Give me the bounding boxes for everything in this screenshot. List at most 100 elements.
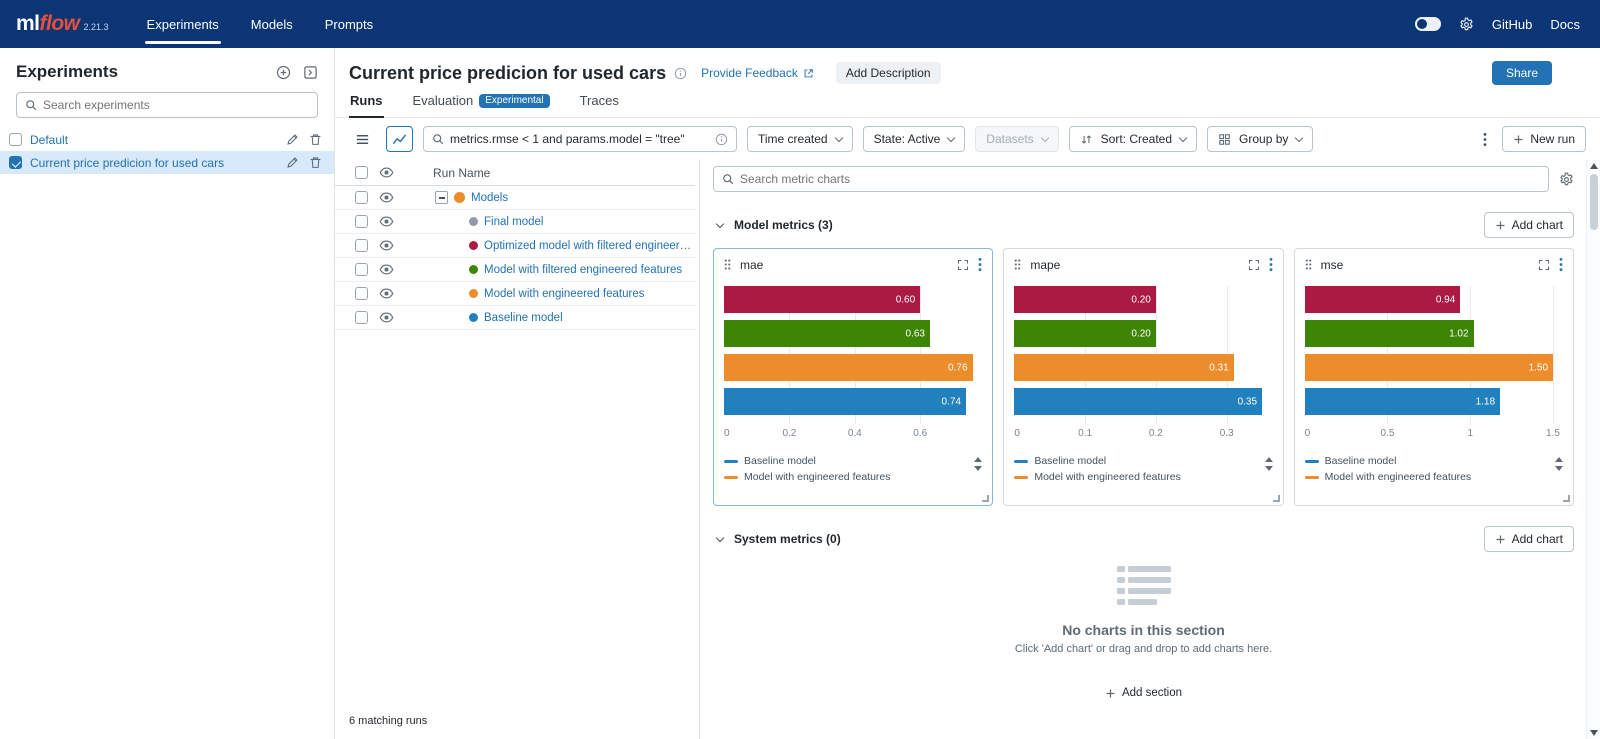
- legend-item[interactable]: Model with engineered features: [724, 471, 966, 483]
- pane-resize-divider[interactable]: [695, 160, 705, 739]
- experiment-name-link[interactable]: Default: [30, 133, 278, 147]
- drag-handle-icon[interactable]: [724, 259, 731, 270]
- tab-runs[interactable]: Runs: [349, 93, 384, 117]
- pencil-icon[interactable]: [286, 133, 299, 146]
- chevron-down-icon[interactable]: [716, 533, 724, 541]
- legend-item[interactable]: Model with engineered features: [1305, 471, 1547, 483]
- run-checkbox[interactable]: [355, 191, 368, 204]
- chart-view-icon[interactable]: [386, 126, 413, 152]
- experiment-checkbox[interactable]: [9, 133, 22, 146]
- add-chart-button[interactable]: Add chart: [1484, 212, 1574, 238]
- chevron-down-icon[interactable]: [716, 219, 724, 227]
- metric-bar[interactable]: 0.20: [1014, 320, 1156, 347]
- drag-handle-icon[interactable]: [1305, 259, 1312, 270]
- run-checkbox[interactable]: [355, 215, 368, 228]
- legend-scroll-down-icon[interactable]: [974, 466, 982, 471]
- trash-icon[interactable]: [309, 156, 322, 169]
- metric-bar[interactable]: 1.50: [1305, 354, 1553, 381]
- legend-scroll-down-icon[interactable]: [1265, 466, 1273, 471]
- experiment-list-item[interactable]: Current price predicion for used cars: [0, 151, 334, 174]
- resize-handle-icon[interactable]: [1563, 495, 1570, 502]
- add-chart-button[interactable]: Add chart: [1484, 526, 1574, 552]
- list-view-icon[interactable]: [349, 126, 376, 152]
- legend-item[interactable]: Model with engineered features: [1014, 471, 1256, 483]
- pencil-icon[interactable]: [286, 156, 299, 169]
- legend-item[interactable]: Baseline model: [1305, 455, 1547, 467]
- legend-scroll-down-icon[interactable]: [1555, 466, 1563, 471]
- run-checkbox[interactable]: [355, 239, 368, 252]
- legend-item[interactable]: Baseline model: [1014, 455, 1256, 467]
- mlflow-logo[interactable]: mlflow 2.21.3: [16, 12, 109, 36]
- run-checkbox[interactable]: [355, 287, 368, 300]
- visibility-eye-icon[interactable]: [379, 286, 394, 301]
- experiment-list-item[interactable]: Default: [0, 128, 334, 151]
- theme-toggle[interactable]: [1415, 17, 1441, 31]
- expand-chart-icon[interactable]: [957, 259, 969, 271]
- run-group-link[interactable]: Models: [471, 192, 508, 204]
- scrollbar-thumb[interactable]: [1590, 174, 1598, 230]
- add-description-button[interactable]: Add Description: [836, 62, 941, 84]
- gear-icon[interactable]: [1459, 17, 1474, 32]
- nav-docs[interactable]: Docs: [1550, 17, 1580, 32]
- drag-handle-icon[interactable]: [1014, 259, 1021, 270]
- visibility-eye-icon[interactable]: [379, 190, 394, 205]
- visibility-eye-icon[interactable]: [379, 238, 394, 253]
- new-experiment-icon[interactable]: [276, 65, 291, 80]
- run-name-link[interactable]: Optimized model with filtered engineered…: [484, 240, 695, 252]
- nav-prompts[interactable]: Prompts: [309, 0, 389, 48]
- legend-scroll-up-icon[interactable]: [1555, 457, 1563, 462]
- metric-bar[interactable]: 1.02: [1305, 320, 1474, 347]
- metric-bar[interactable]: 0.76: [724, 354, 973, 381]
- sort-dropdown[interactable]: Sort: Created: [1069, 126, 1197, 152]
- visibility-eye-icon[interactable]: [379, 214, 394, 229]
- run-name-link[interactable]: Model with filtered engineered features: [484, 264, 682, 276]
- experiment-name-link[interactable]: Current price predicion for used cars: [30, 156, 278, 170]
- metric-bar[interactable]: 0.60: [724, 286, 920, 313]
- legend-scroll-up-icon[interactable]: [1265, 457, 1273, 462]
- run-name-link[interactable]: Baseline model: [484, 312, 563, 324]
- metric-bar[interactable]: 0.35: [1014, 388, 1262, 415]
- scroll-down-icon[interactable]: [1590, 730, 1598, 736]
- metric-bar[interactable]: 0.31: [1014, 354, 1233, 381]
- metric-bar[interactable]: 1.18: [1305, 388, 1500, 415]
- open-pane-icon[interactable]: [303, 65, 318, 80]
- select-all-checkbox[interactable]: [355, 166, 368, 179]
- time-created-dropdown[interactable]: Time created: [747, 126, 853, 152]
- metric-bar[interactable]: 0.63: [724, 320, 930, 347]
- toolbar-kebab-menu-icon[interactable]: [1478, 132, 1492, 147]
- run-name-link[interactable]: Model with engineered features: [484, 288, 644, 300]
- chart-kebab-menu-icon[interactable]: [978, 257, 982, 272]
- metric-bar[interactable]: 0.94: [1305, 286, 1461, 313]
- resize-handle-icon[interactable]: [982, 495, 989, 502]
- visibility-eye-icon[interactable]: [379, 165, 394, 180]
- scroll-up-icon[interactable]: [1590, 163, 1598, 169]
- tab-traces[interactable]: Traces: [579, 93, 620, 117]
- visibility-eye-icon[interactable]: [379, 262, 394, 277]
- expand-chart-icon[interactable]: [1538, 259, 1550, 271]
- provide-feedback-link[interactable]: Provide Feedback: [701, 66, 814, 80]
- run-checkbox[interactable]: [355, 311, 368, 324]
- search-info-icon[interactable]: [715, 133, 728, 146]
- legend-scroll-up-icon[interactable]: [974, 457, 982, 462]
- expand-chart-icon[interactable]: [1248, 259, 1260, 271]
- state-dropdown[interactable]: State: Active: [863, 126, 966, 152]
- nav-models[interactable]: Models: [235, 0, 309, 48]
- charts-scrollbar[interactable]: [1586, 160, 1600, 739]
- tab-evaluation[interactable]: Evaluation Experimental: [412, 93, 551, 117]
- new-run-button[interactable]: New run: [1502, 126, 1586, 152]
- chart-kebab-menu-icon[interactable]: [1269, 257, 1273, 272]
- nav-experiments[interactable]: Experiments: [131, 0, 235, 48]
- experiment-search-input[interactable]: [43, 98, 309, 112]
- info-icon[interactable]: [674, 67, 687, 80]
- trash-icon[interactable]: [309, 133, 322, 146]
- legend-item[interactable]: Baseline model: [724, 455, 966, 467]
- runs-search-input[interactable]: [450, 132, 709, 146]
- run-checkbox[interactable]: [355, 263, 368, 276]
- experiment-checkbox[interactable]: [9, 156, 22, 169]
- resize-handle-icon[interactable]: [1273, 495, 1280, 502]
- run-name-link[interactable]: Final model: [484, 216, 543, 228]
- metric-bar[interactable]: 0.20: [1014, 286, 1156, 313]
- add-section-button[interactable]: Add section: [713, 687, 1574, 699]
- share-button[interactable]: Share: [1492, 61, 1552, 85]
- chart-settings-gear-icon[interactable]: [1559, 172, 1574, 187]
